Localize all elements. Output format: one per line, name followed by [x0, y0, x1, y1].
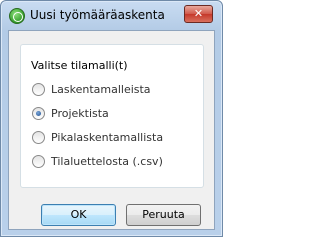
title-bar[interactable]: Uusi työmääräaskenta ✕	[1, 1, 222, 29]
dialog-body: Valitse tilamalli(t) Laskentamalleista P…	[8, 30, 215, 230]
radio-button[interactable]	[32, 83, 45, 96]
template-selection-group: Valitse tilamalli(t) Laskentamalleista P…	[20, 44, 204, 188]
close-icon: ✕	[193, 7, 204, 20]
ok-button[interactable]: OK	[41, 204, 116, 226]
close-button[interactable]: ✕	[184, 5, 213, 23]
group-label: Valitse tilamalli(t)	[31, 59, 128, 72]
option-label: Projektista	[51, 107, 109, 120]
cancel-button[interactable]: Peruuta	[126, 204, 201, 226]
option-label: Laskentamalleista	[51, 83, 151, 96]
radio-button[interactable]	[32, 131, 45, 144]
window-title: Uusi työmääräaskenta	[30, 8, 165, 22]
dialog-window: Uusi työmääräaskenta ✕ Valitse tilamalli…	[0, 0, 223, 237]
radio-button[interactable]	[32, 155, 45, 168]
option-label: Pikalaskentamallista	[51, 131, 164, 144]
option-label: Tilaluettelosta (.csv)	[51, 155, 163, 168]
app-logo-icon	[9, 8, 25, 24]
radio-button-selected[interactable]	[32, 107, 45, 120]
